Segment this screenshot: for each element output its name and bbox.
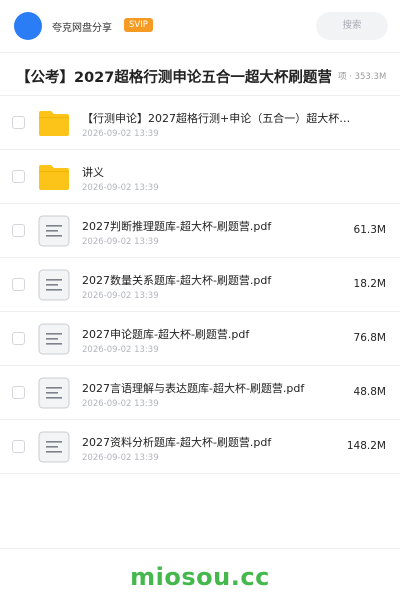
file-date: 2026-09-02 13:39 — [82, 345, 159, 355]
document-icon — [38, 431, 70, 463]
file-date: 2026-09-02 13:39 — [82, 237, 159, 247]
select-checkbox[interactable] — [12, 440, 25, 453]
share-title: 【公考】2027超格行测申论五合一超大杯刷题营 — [16, 70, 332, 86]
file-name: 2027申论题库-超大杯-刷题营.pdf — [82, 328, 250, 341]
file-name: 2027判断推理题库-超大杯-刷题营.pdf — [82, 220, 272, 233]
folder-icon — [38, 108, 70, 138]
folder-row[interactable]: 【行测申论】2027超格行测+申论（五合一）超大杯… 2026-09-02 13:… — [0, 96, 400, 150]
file-row[interactable]: 2027言语理解与表达题库-超大杯-刷题营.pdf 2026-09-02 13:3… — [0, 366, 400, 420]
footer-divider — [0, 548, 400, 549]
select-checkbox[interactable] — [12, 170, 25, 183]
select-checkbox[interactable] — [12, 386, 25, 399]
app-header: 夸克网盘分享 SVIP 搜索 — [0, 0, 400, 52]
select-checkbox[interactable] — [12, 332, 25, 345]
file-date: 2026-09-02 13:39 — [82, 183, 159, 193]
avatar[interactable] — [14, 12, 42, 40]
file-row[interactable]: 2027申论题库-超大杯-刷题营.pdf 2026-09-02 13:39 76.8… — [0, 312, 400, 366]
file-name: 2027言语理解与表达题库-超大杯-刷题营.pdf — [82, 382, 305, 395]
share-title-bar: 【公考】2027超格行测申论五合一超大杯刷题营 项 · 353.3M — [0, 52, 400, 96]
document-icon — [38, 377, 70, 409]
file-size: 76.8M — [353, 332, 386, 344]
file-name: 【行测申论】2027超格行测+申论（五合一）超大杯… — [82, 112, 351, 125]
file-size: 61.3M — [353, 224, 386, 236]
file-size: 48.8M — [353, 386, 386, 398]
file-list: 【行测申论】2027超格行测+申论（五合一）超大杯… 2026-09-02 13:… — [0, 96, 400, 474]
file-row[interactable]: 2027数量关系题库-超大杯-刷题营.pdf 2026-09-02 13:39 18… — [0, 258, 400, 312]
file-date: 2026-09-02 13:39 — [82, 291, 159, 301]
share-meta: 项 · 353.3M — [338, 72, 387, 82]
folder-icon — [38, 162, 70, 192]
file-name: 2027资料分析题库-超大杯-刷题营.pdf — [82, 436, 272, 449]
file-date: 2026-09-02 13:39 — [82, 399, 159, 409]
app-name: 夸克网盘分享 — [52, 23, 112, 34]
file-date: 2026-09-02 13:39 — [82, 453, 159, 463]
select-checkbox[interactable] — [12, 278, 25, 291]
watermark: miosou.cc — [130, 563, 270, 591]
file-size: 148.2M — [346, 440, 386, 452]
document-icon — [38, 269, 70, 301]
document-icon — [38, 323, 70, 355]
search-button[interactable]: 搜索 — [316, 12, 388, 40]
file-row[interactable]: 2027资料分析题库-超大杯-刷题营.pdf 2026-09-02 13:39 14… — [0, 420, 400, 474]
folder-row[interactable]: 讲义 2026-09-02 13:39 — [0, 150, 400, 204]
file-name: 讲义 — [82, 166, 104, 179]
svip-badge[interactable]: SVIP — [124, 18, 153, 32]
file-name: 2027数量关系题库-超大杯-刷题营.pdf — [82, 274, 272, 287]
select-checkbox[interactable] — [12, 224, 25, 237]
file-size: 18.2M — [353, 278, 386, 290]
select-checkbox[interactable] — [12, 116, 25, 129]
document-icon — [38, 215, 70, 247]
file-row[interactable]: 2027判断推理题库-超大杯-刷题营.pdf 2026-09-02 13:39 61… — [0, 204, 400, 258]
file-date: 2026-09-02 13:39 — [82, 129, 159, 139]
